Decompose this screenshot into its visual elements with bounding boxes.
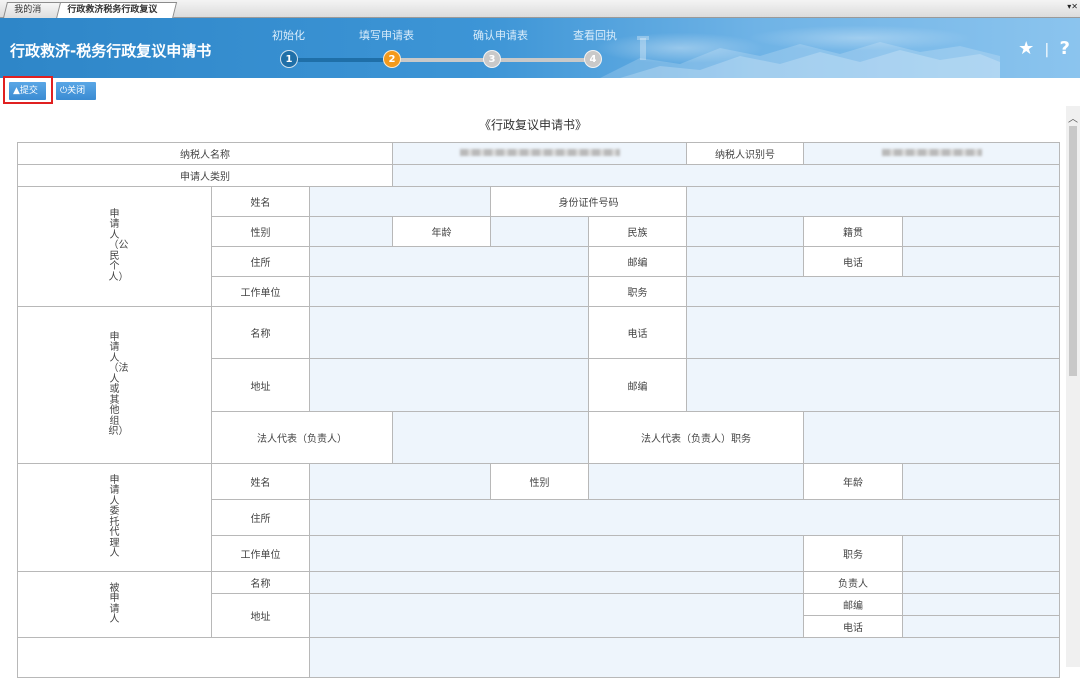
step-label-fill: 填写申请表 — [359, 29, 414, 42]
close-button[interactable]: ⏻关闭 — [56, 82, 96, 100]
citizen-ethnicity-label: 民族 — [587, 216, 688, 247]
agent-age-field[interactable] — [902, 463, 1061, 500]
icon-separator: | — [1044, 42, 1050, 58]
agent-employer-field[interactable] — [308, 535, 805, 572]
agent-group-label: 申请人委托代理人 — [17, 463, 212, 572]
taxpayer-name-label: 纳税人名称 — [17, 142, 393, 165]
scroll-up-arrow-icon[interactable]: ︿ — [1068, 110, 1078, 125]
respondent-name-field[interactable] — [308, 571, 805, 594]
vertical-scrollbar[interactable]: ︿ — [1066, 106, 1080, 667]
step-1-indicator: 1 — [280, 50, 298, 68]
tab-list-dropdown-icon[interactable]: ▾✕ — [1067, 2, 1078, 11]
step-label-init: 初始化 — [272, 29, 305, 42]
legal-rep-position-field[interactable] — [803, 411, 1061, 464]
legal-entity-group-label: 申请人（法人或其他组织） — [17, 306, 212, 464]
respondent-postcode-label: 邮编 — [803, 593, 904, 616]
scrollbar-thumb[interactable] — [1069, 126, 1077, 376]
respondent-charge-label: 负责人 — [803, 571, 904, 594]
legal-rep-position-label: 法人代表（负责人）职务 — [587, 411, 805, 464]
respondent-name-label: 名称 — [211, 571, 310, 594]
agent-name-label: 姓名 — [211, 463, 310, 500]
respondent-address-field[interactable] — [308, 593, 805, 638]
citizen-age-field[interactable] — [490, 216, 589, 247]
citizen-ethnicity-field[interactable] — [686, 216, 805, 247]
respondent-phone-label: 电话 — [803, 615, 904, 638]
agent-age-label: 年龄 — [803, 463, 904, 500]
tab-my-messages[interactable]: 我的消息 — [3, 2, 63, 29]
toolbar: ▲提交 ⏻关闭 — [0, 78, 1080, 106]
citizen-gender-field[interactable] — [309, 216, 393, 247]
step-label-receipt: 查看回执 — [573, 29, 617, 42]
agent-gender-label: 性别 — [490, 463, 589, 500]
submit-highlight-box — [3, 76, 53, 104]
agent-name-field[interactable] — [309, 463, 491, 500]
citizen-native-place-label: 籍贯 — [803, 216, 904, 247]
help-icon[interactable]: ? — [1060, 38, 1070, 59]
next-section-label — [17, 637, 310, 678]
citizen-residence-label: 住所 — [211, 246, 310, 277]
citizen-postcode-field[interactable] — [686, 246, 805, 277]
taxpayer-id-value — [803, 142, 1061, 165]
respondent-group-label: 被申请人 — [17, 571, 212, 638]
citizen-name-label: 姓名 — [211, 186, 310, 217]
close-label: 关闭 — [67, 86, 86, 96]
legal-address-label: 地址 — [211, 358, 310, 412]
step-label-confirm: 确认申请表 — [473, 29, 528, 42]
next-section-field[interactable] — [308, 637, 1061, 678]
taxpayer-name-value — [391, 142, 688, 165]
citizen-phone-field[interactable] — [902, 246, 1061, 277]
legal-address-field[interactable] — [309, 358, 589, 412]
tab-strip: 我的消息 行政救济税务行政复议申请书 ▾✕ — [0, 0, 1080, 29]
agent-position-field[interactable] — [902, 535, 1061, 572]
respondent-postcode-field[interactable] — [902, 593, 1061, 616]
citizen-age-label: 年龄 — [392, 216, 491, 247]
document-title: 《行政复议申请书》 — [478, 118, 587, 132]
legal-phone-label: 电话 — [587, 306, 688, 359]
agent-employer-label: 工作单位 — [211, 535, 310, 572]
legal-phone-field[interactable] — [686, 306, 1061, 359]
respondent-address-label: 地址 — [211, 593, 310, 638]
step-2-indicator: 2 — [383, 50, 401, 68]
citizen-native-place-field[interactable] — [902, 216, 1061, 247]
citizen-postcode-label: 邮编 — [587, 246, 688, 277]
step-4-indicator: 4 — [584, 50, 602, 68]
legal-postcode-label: 邮编 — [587, 358, 688, 412]
respondent-charge-field[interactable] — [902, 571, 1061, 594]
legal-postcode-field[interactable] — [686, 358, 1061, 412]
page-title: 行政救济-税务行政复议申请书 — [10, 42, 212, 60]
tab-review-application[interactable]: 行政救济税务行政复议申请书 — [55, 2, 178, 29]
page-banner: 行政救济-税务行政复议申请书 初始化 填写申请表 确认申请表 查看回执 1 2 … — [0, 18, 1080, 78]
legal-rep-label: 法人代表（负责人） — [211, 411, 393, 464]
agent-residence-label: 住所 — [211, 499, 310, 536]
agent-gender-field[interactable] — [587, 463, 805, 500]
legal-name-field[interactable] — [309, 306, 589, 359]
legal-name-label: 名称 — [211, 306, 310, 359]
citizen-position-field[interactable] — [686, 276, 1061, 307]
step-progress-done — [289, 58, 393, 62]
taxpayer-id-label: 纳税人识别号 — [686, 142, 805, 165]
banner-icons: ★ | ? — [1018, 38, 1070, 59]
citizen-gender-label: 性别 — [211, 216, 310, 247]
application-form: 纳税人名称 纳税人识别号 申请人类别 申请人（公民个人） 姓名 身份证件号码 性… — [17, 142, 1061, 678]
citizen-id-field[interactable] — [686, 186, 1061, 217]
citizen-employer-label: 工作单位 — [211, 276, 310, 307]
agent-residence-field[interactable] — [308, 499, 1061, 536]
citizen-phone-label: 电话 — [803, 246, 904, 277]
citizen-name-field[interactable] — [309, 186, 491, 217]
respondent-phone-field[interactable] — [902, 615, 1061, 638]
citizen-position-label: 职务 — [587, 276, 688, 307]
citizen-group-label: 申请人（公民个人） — [17, 186, 212, 307]
step-3-indicator: 3 — [483, 50, 501, 68]
citizen-id-label: 身份证件号码 — [489, 186, 688, 217]
favorite-star-icon[interactable]: ★ — [1018, 38, 1034, 59]
legal-rep-field[interactable] — [392, 411, 589, 464]
applicant-type-field[interactable] — [391, 164, 1061, 187]
citizen-residence-field[interactable] — [309, 246, 589, 277]
great-wall-illustration — [600, 36, 1000, 78]
citizen-employer-field[interactable] — [309, 276, 589, 307]
agent-position-label: 职务 — [803, 535, 904, 572]
applicant-type-label: 申请人类别 — [17, 164, 393, 187]
